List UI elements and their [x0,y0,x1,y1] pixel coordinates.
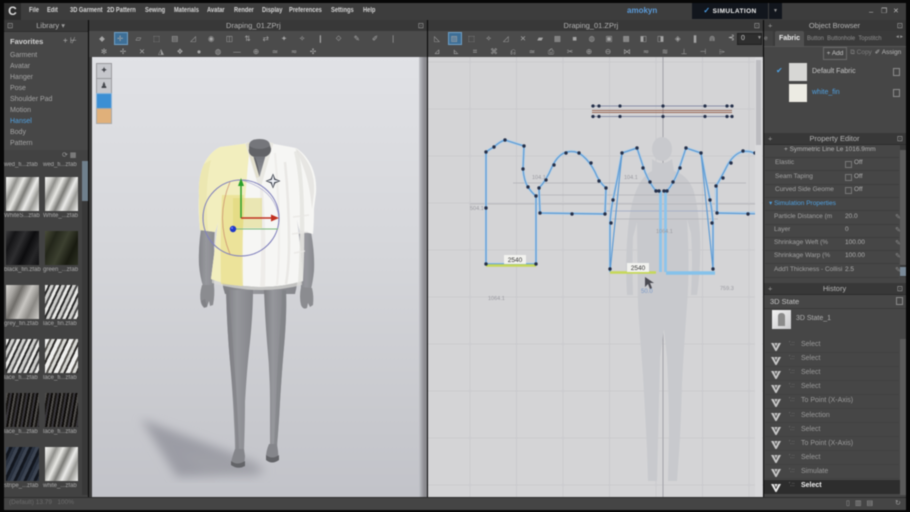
svg-text:2540: 2540 [508,257,523,264]
svg-text:759.3: 759.3 [720,286,734,292]
svg-text:1064.1: 1064.1 [656,229,673,235]
svg-text:504.1: 504.1 [470,206,484,212]
svg-text:2540: 2540 [631,265,646,272]
svg-text:104.1: 104.1 [624,175,638,181]
svg-text:1064.1: 1064.1 [488,296,505,302]
svg-text:50.0: 50.0 [641,289,653,295]
svg-text:104.1: 104.1 [532,175,546,181]
